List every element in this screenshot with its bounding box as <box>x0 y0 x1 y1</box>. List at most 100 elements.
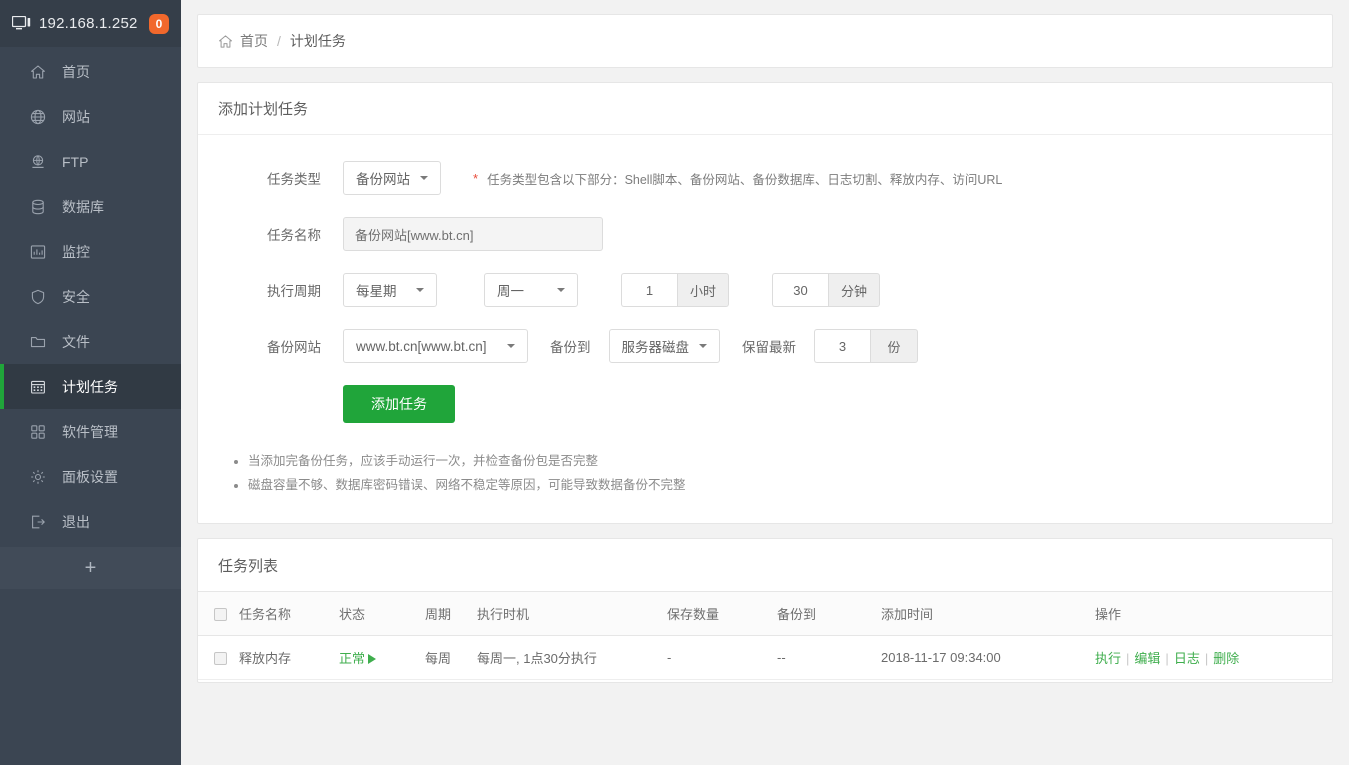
row-checkbox[interactable] <box>214 652 227 665</box>
task-table-head: 任务名称 状态 周期 执行时机 保存数量 备份到 添加时间 操作 <box>198 592 1332 636</box>
backup-keep-input[interactable] <box>814 329 870 363</box>
task-type-label: 任务类型 <box>218 168 343 188</box>
column-header-name: 任务名称 <box>233 592 333 636</box>
cycle-hour-group: 小时 <box>621 273 729 307</box>
breadcrumb-current: 计划任务 <box>290 31 346 51</box>
sidebar-item-cron[interactable]: 计划任务 <box>0 364 181 409</box>
sidebar-item-database[interactable]: 数据库 <box>0 184 181 229</box>
sidebar-item-monitor[interactable]: 监控 <box>0 229 181 274</box>
cycle-weekday-value: 周一 <box>497 280 524 300</box>
sidebar-notification-badge[interactable]: 0 <box>149 14 169 34</box>
sidebar-item-label: 面板设置 <box>62 467 118 487</box>
task-name-row: 任务名称 <box>218 217 1312 251</box>
cell-backup-to: -- <box>771 636 875 680</box>
cell-keep: - <box>661 636 771 680</box>
calendar-icon <box>30 379 50 395</box>
task-type-select[interactable]: 备份网站 <box>343 161 441 195</box>
backup-to-value: 服务器磁盘 <box>622 336 690 356</box>
sidebar-item-label: 数据库 <box>62 197 104 217</box>
cell-task-name: 释放内存 <box>233 636 333 680</box>
sidebar-item-software[interactable]: 软件管理 <box>0 409 181 454</box>
backup-row: 备份网站 www.bt.cn[www.bt.cn] 备份到 服务器磁盘 保留最新… <box>218 329 1312 363</box>
cycle-weekday-select[interactable]: 周一 <box>484 273 578 307</box>
cycle-period-select[interactable]: 每星期 <box>343 273 437 307</box>
task-type-hint: * 任务类型包含以下部分：Shell脚本、备份网站、备份数据库、日志切割、释放内… <box>473 169 1002 188</box>
add-task-button[interactable]: 添加任务 <box>343 385 455 423</box>
monitor-icon <box>12 16 31 31</box>
op-edit-link[interactable]: 编辑 <box>1134 651 1160 666</box>
cycle-label: 执行周期 <box>218 280 343 300</box>
sidebar-nav: 首页 网站 FTP 数据库 <box>0 47 181 544</box>
cycle-hour-input[interactable] <box>621 273 677 307</box>
cycle-minute-input[interactable] <box>772 273 828 307</box>
sidebar-item-website[interactable]: 网站 <box>0 94 181 139</box>
task-type-hint-text: 任务类型包含以下部分：Shell脚本、备份网站、备份数据库、日志切割、释放内存、… <box>487 169 1002 188</box>
sidebar-item-security[interactable]: 安全 <box>0 274 181 319</box>
column-header-added: 添加时间 <box>875 592 1089 636</box>
sidebar-item-panel-settings[interactable]: 面板设置 <box>0 454 181 499</box>
chart-icon <box>30 244 50 260</box>
breadcrumb-home-link[interactable]: 首页 <box>240 31 268 51</box>
sidebar-item-label: FTP <box>62 154 88 170</box>
sidebar-item-logout[interactable]: 退出 <box>0 499 181 544</box>
breadcrumb-panel: 首页 / 计划任务 <box>197 14 1333 68</box>
sidebar: 192.168.1.252 0 首页 网站 FTP <box>0 0 181 765</box>
database-icon <box>30 199 50 215</box>
task-name-input[interactable] <box>343 217 603 251</box>
sidebar-item-label: 退出 <box>62 512 90 532</box>
status-badge: 正常 <box>339 651 376 666</box>
add-task-form: 任务类型 备份网站 * 任务类型包含以下部分：Shell脚本、备份网站、备份数据… <box>198 135 1332 445</box>
sidebar-header: 192.168.1.252 0 <box>0 0 181 47</box>
cell-when: 每周一, 1点30分执行 <box>471 636 661 680</box>
op-delete-link[interactable]: 删除 <box>1213 651 1239 666</box>
sidebar-add-button[interactable]: + <box>0 547 181 589</box>
cell-cycle: 每周 <box>419 636 471 680</box>
cycle-hour-unit: 小时 <box>677 273 729 307</box>
sidebar-item-ftp[interactable]: FTP <box>0 139 181 184</box>
sidebar-item-files[interactable]: 文件 <box>0 319 181 364</box>
cell-added-time: 2018-11-17 09:34:00 <box>875 636 1089 680</box>
globe-icon <box>30 109 50 125</box>
main-content: 首页 / 计划任务 添加计划任务 任务类型 备份网站 * 任务类型包含以 <box>181 0 1349 765</box>
app-root: 192.168.1.252 0 首页 网站 FTP <box>0 0 1349 765</box>
sidebar-item-label: 首页 <box>62 62 90 82</box>
sidebar-item-label: 软件管理 <box>62 422 118 442</box>
table-row[interactable]: 释放内存 正常 每周 每周一, 1点30分执行 - -- 2018-11-17 … <box>198 636 1332 680</box>
task-list-panel: 任务列表 任务名称 状态 周期 执行时机 保存数量 备份到 <box>197 538 1333 683</box>
submit-row: 添加任务 <box>218 385 1312 423</box>
column-header-backup-to: 备份到 <box>771 592 875 636</box>
column-header-keep: 保存数量 <box>661 592 771 636</box>
required-marker: * <box>473 172 478 185</box>
column-header-cycle: 周期 <box>419 592 471 636</box>
sidebar-item-label: 监控 <box>62 242 90 262</box>
home-icon <box>30 64 50 80</box>
sidebar-item-label: 文件 <box>62 332 90 352</box>
breadcrumb-separator: / <box>277 33 281 49</box>
add-task-panel: 添加计划任务 任务类型 备份网站 * 任务类型包含以下部分：Shell脚本、备份… <box>197 82 1333 524</box>
home-icon <box>218 34 233 49</box>
sidebar-item-label: 计划任务 <box>62 377 118 397</box>
sidebar-item-label: 安全 <box>62 287 90 307</box>
task-table: 任务名称 状态 周期 执行时机 保存数量 备份到 添加时间 操作 <box>198 591 1332 680</box>
note-item: 当添加完备份任务，应该手动运行一次，并检查备份包是否完整 <box>248 449 1312 473</box>
cycle-row: 执行周期 每星期 周一 小时 分钟 <box>218 273 1312 307</box>
select-all-header <box>198 592 233 636</box>
row-select-cell <box>198 636 233 680</box>
op-run-link[interactable]: 执行 <box>1095 651 1121 666</box>
backup-to-select[interactable]: 服务器磁盘 <box>609 329 721 363</box>
breadcrumb: 首页 / 计划任务 <box>198 15 1332 67</box>
grid-icon <box>30 424 50 440</box>
task-type-row: 任务类型 备份网站 * 任务类型包含以下部分：Shell脚本、备份网站、备份数据… <box>218 161 1312 195</box>
play-icon[interactable] <box>368 654 376 664</box>
task-type-value: 备份网站 <box>356 168 410 188</box>
sidebar-item-home[interactable]: 首页 <box>0 49 181 94</box>
sidebar-ip-label: 192.168.1.252 <box>39 15 138 32</box>
cell-state: 正常 <box>333 636 419 680</box>
cycle-period-value: 每星期 <box>356 280 397 300</box>
select-all-checkbox[interactable] <box>214 608 227 621</box>
op-divider: | <box>1165 651 1168 666</box>
op-log-link[interactable]: 日志 <box>1174 651 1200 666</box>
backup-site-select[interactable]: www.bt.cn[www.bt.cn] <box>343 329 528 363</box>
note-item: 磁盘容量不够、数据库密码错误、网络不稳定等原因，可能导致数据备份不完整 <box>248 473 1312 497</box>
cycle-minute-unit: 分钟 <box>828 273 880 307</box>
